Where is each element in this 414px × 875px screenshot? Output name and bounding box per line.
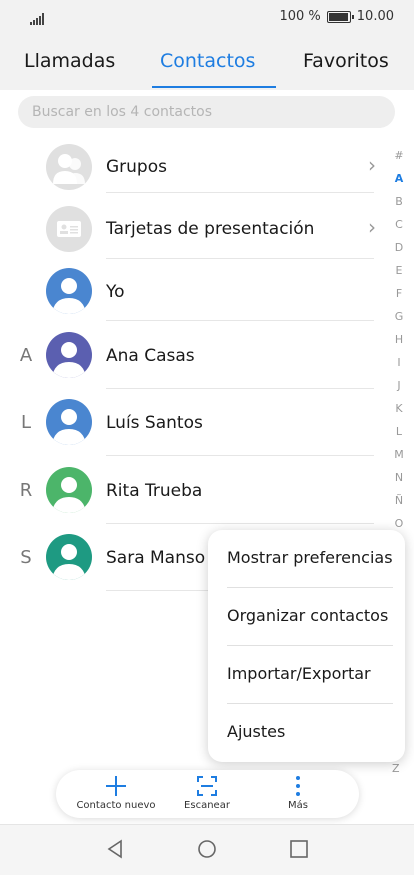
battery-icon	[326, 10, 354, 23]
avatar	[46, 332, 92, 378]
system-nav-bar	[0, 824, 414, 875]
business-cards-label: Tarjetas de presentación	[106, 219, 315, 239]
alphabet-index-letter[interactable]: M	[390, 443, 408, 466]
contact-name: Luís Santos	[106, 413, 203, 433]
new-contact-button[interactable]: Contacto nuevo	[66, 770, 166, 818]
menu-item-label: Organizar contactos	[227, 606, 389, 625]
list-item[interactable]: R Rita Trueba	[0, 457, 390, 525]
divider	[106, 455, 374, 456]
alphabet-index-letter[interactable]: D	[390, 236, 408, 259]
menu-item-import-export[interactable]: Importar/Exportar	[208, 646, 405, 704]
search-placeholder: Buscar en los 4 contactos	[32, 104, 212, 120]
alphabet-index-letter[interactable]: #	[390, 144, 408, 167]
contact-name: Sara Manso	[106, 548, 206, 568]
active-tab-indicator	[152, 86, 276, 88]
battery-percent: 100 %	[279, 9, 321, 24]
scan-button[interactable]: Escanear	[157, 770, 257, 818]
avatar	[46, 534, 92, 580]
tab-favorites[interactable]: Favoritos	[303, 50, 389, 72]
menu-item-organize-contacts[interactable]: Organizar contactos	[208, 588, 405, 646]
bottom-action-bar: Contacto nuevo Escanear Más	[56, 770, 359, 818]
alphabet-index-letter[interactable]: L	[390, 420, 408, 443]
signal-icon	[30, 10, 44, 29]
avatar	[46, 399, 92, 445]
more-options-menu: Mostrar preferencias Organizar contactos…	[208, 530, 405, 762]
alphabet-index-letter[interactable]: N	[390, 466, 408, 489]
alphabet-index-letter[interactable]: A	[390, 167, 408, 190]
tab-calls[interactable]: Llamadas	[24, 50, 115, 72]
clock: 10.00	[356, 9, 394, 24]
my-profile-row[interactable]: Yo	[0, 258, 390, 326]
recents-icon[interactable]	[290, 839, 308, 859]
list-item[interactable]: A Ana Casas	[0, 322, 390, 390]
business-card-icon	[46, 206, 92, 252]
more-vertical-icon	[296, 776, 300, 796]
avatar	[46, 467, 92, 513]
alphabet-index-letter[interactable]: H	[390, 328, 408, 351]
home-icon[interactable]	[197, 839, 217, 859]
alphabet-index[interactable]: # A B C D E F G H I J K L M N Ñ O	[390, 144, 408, 535]
alphabet-index-letter[interactable]: E	[390, 259, 408, 282]
alphabet-index-letter[interactable]: F	[390, 282, 408, 305]
search-input[interactable]: Buscar en los 4 contactos	[18, 96, 395, 128]
scan-icon	[197, 776, 217, 796]
menu-item-label: Mostrar preferencias	[227, 548, 393, 567]
section-letter: R	[19, 480, 33, 501]
scan-label: Escanear	[184, 800, 230, 811]
groups-label: Grupos	[106, 157, 167, 177]
alphabet-index-z[interactable]: Z	[392, 762, 400, 775]
contact-name: Ana Casas	[106, 346, 195, 366]
menu-item-label: Importar/Exportar	[227, 664, 371, 683]
section-letter: A	[19, 345, 33, 366]
divider	[106, 320, 374, 321]
chevron-right-icon: ›	[368, 153, 376, 177]
groups-icon	[46, 144, 92, 190]
contact-name: Rita Trueba	[106, 481, 203, 501]
business-cards-row[interactable]: Tarjetas de presentación ›	[0, 194, 390, 262]
alphabet-index-letter[interactable]: I	[390, 351, 408, 374]
avatar	[46, 268, 92, 314]
chevron-right-icon: ›	[368, 215, 376, 239]
menu-item-display-preferences[interactable]: Mostrar preferencias	[208, 530, 405, 588]
alphabet-index-letter[interactable]: B	[390, 190, 408, 213]
alphabet-index-letter[interactable]: K	[390, 397, 408, 420]
new-contact-label: Contacto nuevo	[76, 800, 156, 811]
plus-icon	[106, 776, 126, 796]
more-button[interactable]: Más	[248, 770, 348, 818]
menu-item-label: Ajustes	[227, 722, 286, 741]
back-icon[interactable]	[106, 839, 124, 859]
section-letter: L	[20, 412, 32, 433]
menu-item-settings[interactable]: Ajustes	[208, 704, 405, 762]
alphabet-index-letter[interactable]: G	[390, 305, 408, 328]
groups-row[interactable]: Grupos ›	[0, 132, 390, 200]
alphabet-index-letter[interactable]: C	[390, 213, 408, 236]
divider	[106, 192, 374, 193]
more-label: Más	[288, 800, 308, 811]
alphabet-index-letter[interactable]: Ñ	[390, 489, 408, 512]
tab-bar: Llamadas Contactos Favoritos	[0, 34, 414, 90]
alphabet-index-letter[interactable]: J	[390, 374, 408, 397]
my-profile-label: Yo	[106, 282, 125, 302]
status-bar: 100 % 10.00	[0, 0, 414, 34]
section-letter: S	[20, 547, 32, 568]
list-item[interactable]: L Luís Santos	[0, 389, 390, 457]
tab-contacts[interactable]: Contactos	[160, 50, 255, 72]
